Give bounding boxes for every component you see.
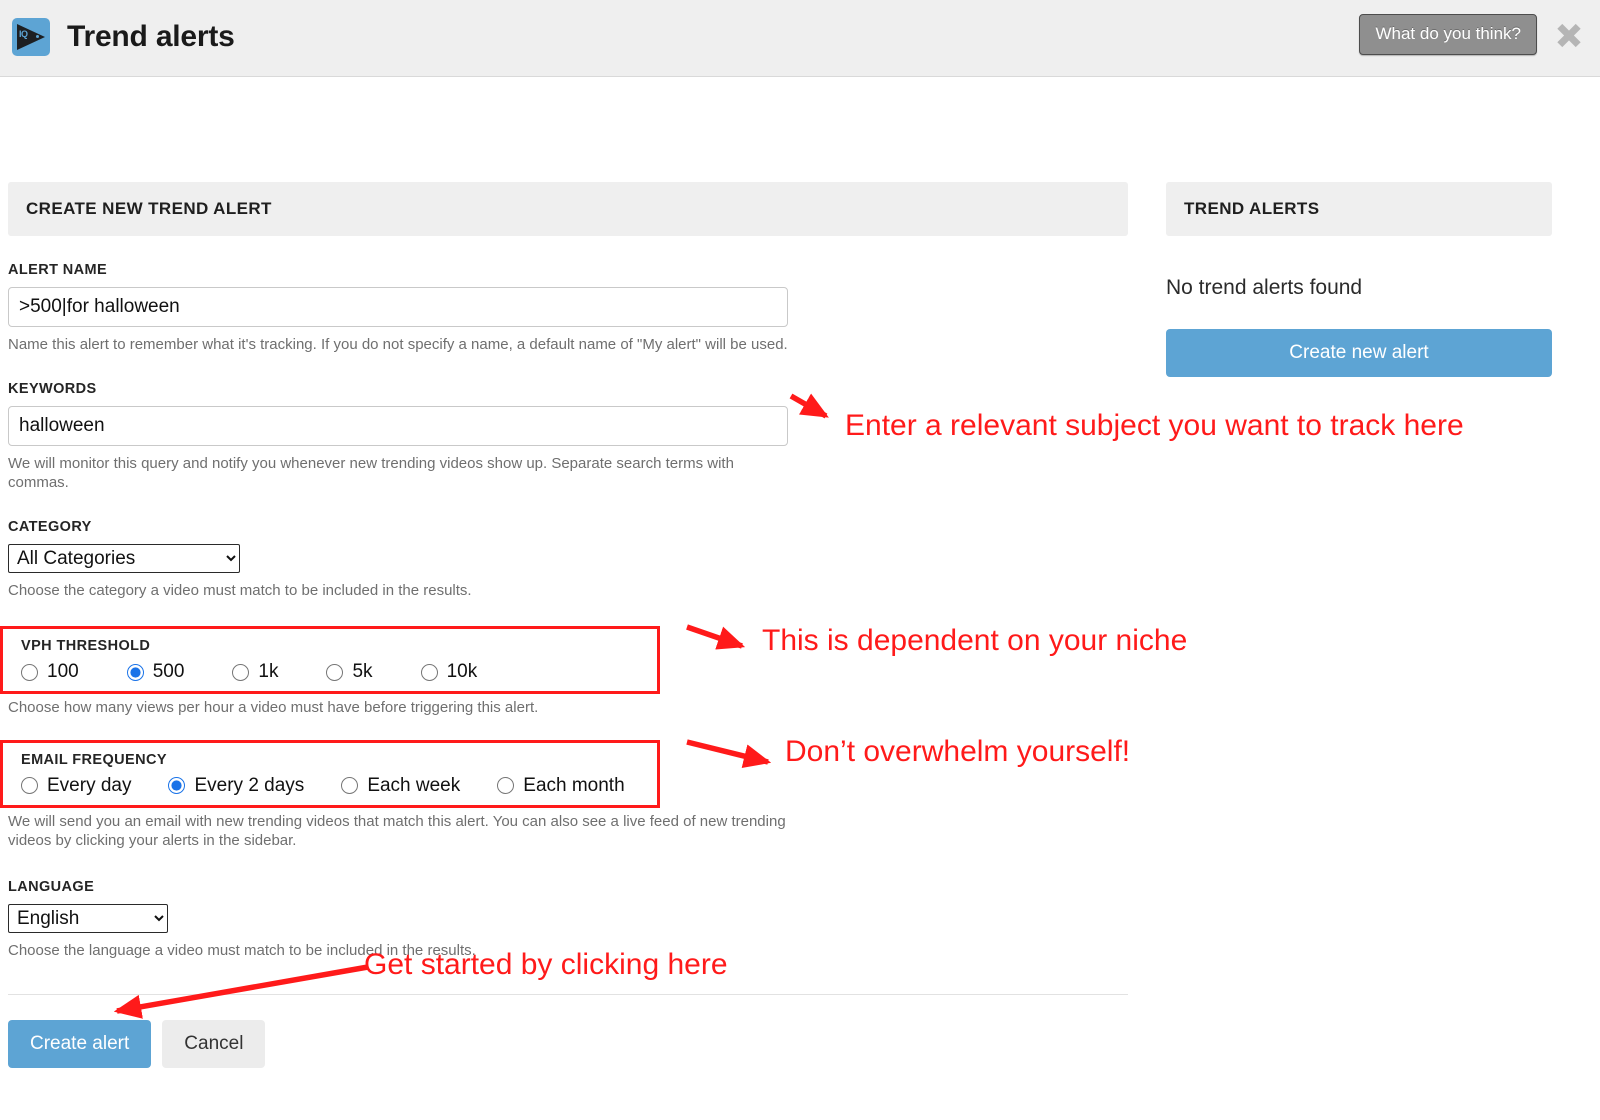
keywords-label: KEYWORDS: [8, 380, 97, 397]
side-panel-header: TREND ALERTS: [1166, 182, 1552, 236]
vph-radio-label-100: 100: [47, 661, 79, 682]
vph-radio-500[interactable]: 500: [126, 661, 185, 683]
email-frequency-help: We will send you an email with new trend…: [8, 812, 786, 850]
vph-threshold-label: VPH THRESHOLD: [21, 638, 151, 654]
vph-radio-input-100[interactable]: [21, 663, 38, 681]
alert-name-group: ALERT NAME Name this alert to remember w…: [8, 262, 1128, 355]
form-actions: Create alert Cancel: [8, 1020, 1128, 1068]
annotation-create-alert-text: Get started by clicking here: [364, 948, 728, 981]
language-select[interactable]: English: [8, 903, 168, 933]
vph-radio-input-5k[interactable]: [326, 663, 344, 681]
close-icon[interactable]: [1552, 18, 1586, 52]
email-frequency-input-every-2-days[interactable]: [168, 777, 186, 794]
vph-threshold-help: Choose how many views per hour a video m…: [8, 699, 539, 716]
vph-radio-1k[interactable]: 1k: [232, 661, 278, 683]
vph-threshold-radio-row: 100 500 1k 5k 10k: [21, 661, 647, 683]
annotation-email-frequency-text: Don’t overwhelm yourself!: [785, 735, 1131, 768]
email-frequency-label-each-week: Each week: [367, 774, 461, 796]
category-group: CATEGORY All Categories Choose the categ…: [8, 519, 1128, 601]
email-frequency-radio-each-month[interactable]: Each month: [497, 774, 625, 797]
email-frequency-input-every-day[interactable]: [21, 777, 38, 794]
alert-name-label: ALERT NAME: [8, 262, 108, 278]
alert-name-input[interactable]: [8, 287, 788, 327]
email-frequency-radio-row: Every day Every 2 days Each week Each mo…: [21, 775, 647, 797]
form-panel-header: CREATE NEW TREND ALERT: [8, 182, 1128, 236]
feedback-button[interactable]: What do you think?: [1359, 14, 1537, 55]
email-frequency-label-every-day: Every day: [47, 774, 132, 796]
email-frequency-label-every-2-days: Every 2 days: [194, 774, 305, 796]
create-new-alert-button[interactable]: Create new alert: [1166, 329, 1552, 377]
email-frequency-input-each-month[interactable]: [497, 777, 515, 794]
annotation-keywords-text: Enter a relevant subject you want to tra…: [845, 409, 1464, 442]
vph-radio-label-1k: 1k: [258, 661, 279, 682]
keywords-input[interactable]: [8, 405, 788, 446]
logo-dot-icon: [36, 35, 39, 38]
email-frequency-highlight-box: EMAIL FREQUENCY Every day Every 2 days E…: [0, 739, 660, 808]
vph-radio-10k[interactable]: 10k: [420, 661, 478, 683]
cancel-button[interactable]: Cancel: [162, 1020, 266, 1068]
email-frequency-input-each-week[interactable]: [341, 777, 359, 794]
vph-radio-input-500[interactable]: [126, 663, 144, 681]
language-label: LANGUAGE: [8, 878, 95, 895]
vph-radio-input-10k[interactable]: [420, 663, 438, 681]
vph-radio-5k[interactable]: 5k: [326, 661, 373, 683]
logo-iq-text: IQ: [19, 29, 28, 39]
no-trend-alerts-text: No trend alerts found: [1166, 276, 1363, 299]
brand: IQ Trend alerts: [12, 18, 235, 56]
category-label: CATEGORY: [8, 518, 92, 535]
email-frequency-radio-each-week[interactable]: Each week: [341, 775, 460, 797]
keywords-help: We will monitor this query and notify yo…: [8, 454, 734, 492]
vph-radio-100[interactable]: 100: [21, 661, 79, 683]
vph-radio-label-5k: 5k: [352, 661, 373, 682]
vph-threshold-highlight-box: VPH THRESHOLD 100 500 1k 5k 10k: [0, 626, 660, 694]
main-content: CREATE NEW TREND ALERT ALERT NAME Name t…: [0, 77, 1600, 1068]
category-help: Choose the category a video must match t…: [8, 581, 472, 599]
vph-radio-label-10k: 10k: [446, 661, 478, 682]
page-title: Trend alerts: [67, 20, 235, 53]
create-alert-button[interactable]: Create alert: [8, 1020, 152, 1068]
app-header: IQ Trend alerts What do you think?: [0, 0, 1600, 77]
vph-radio-label-500: 500: [152, 661, 185, 682]
trend-play-logo-icon: IQ: [12, 18, 50, 56]
annotation-vph-text: This is dependent on your niche: [762, 624, 1188, 657]
vph-radio-input-1k[interactable]: [232, 663, 250, 681]
trend-alerts-panel: TREND ALERTS No trend alerts found Creat…: [1166, 182, 1552, 377]
form-divider: [8, 994, 1128, 995]
email-frequency-label: EMAIL FREQUENCY: [21, 751, 167, 768]
alert-name-help: Name this alert to remember what it's tr…: [8, 336, 788, 353]
email-frequency-label-each-month: Each month: [523, 774, 625, 796]
category-select[interactable]: All Categories: [8, 543, 240, 573]
email-frequency-radio-every-2-days[interactable]: Every 2 days: [168, 775, 304, 797]
email-frequency-radio-every-day[interactable]: Every day: [21, 775, 131, 797]
